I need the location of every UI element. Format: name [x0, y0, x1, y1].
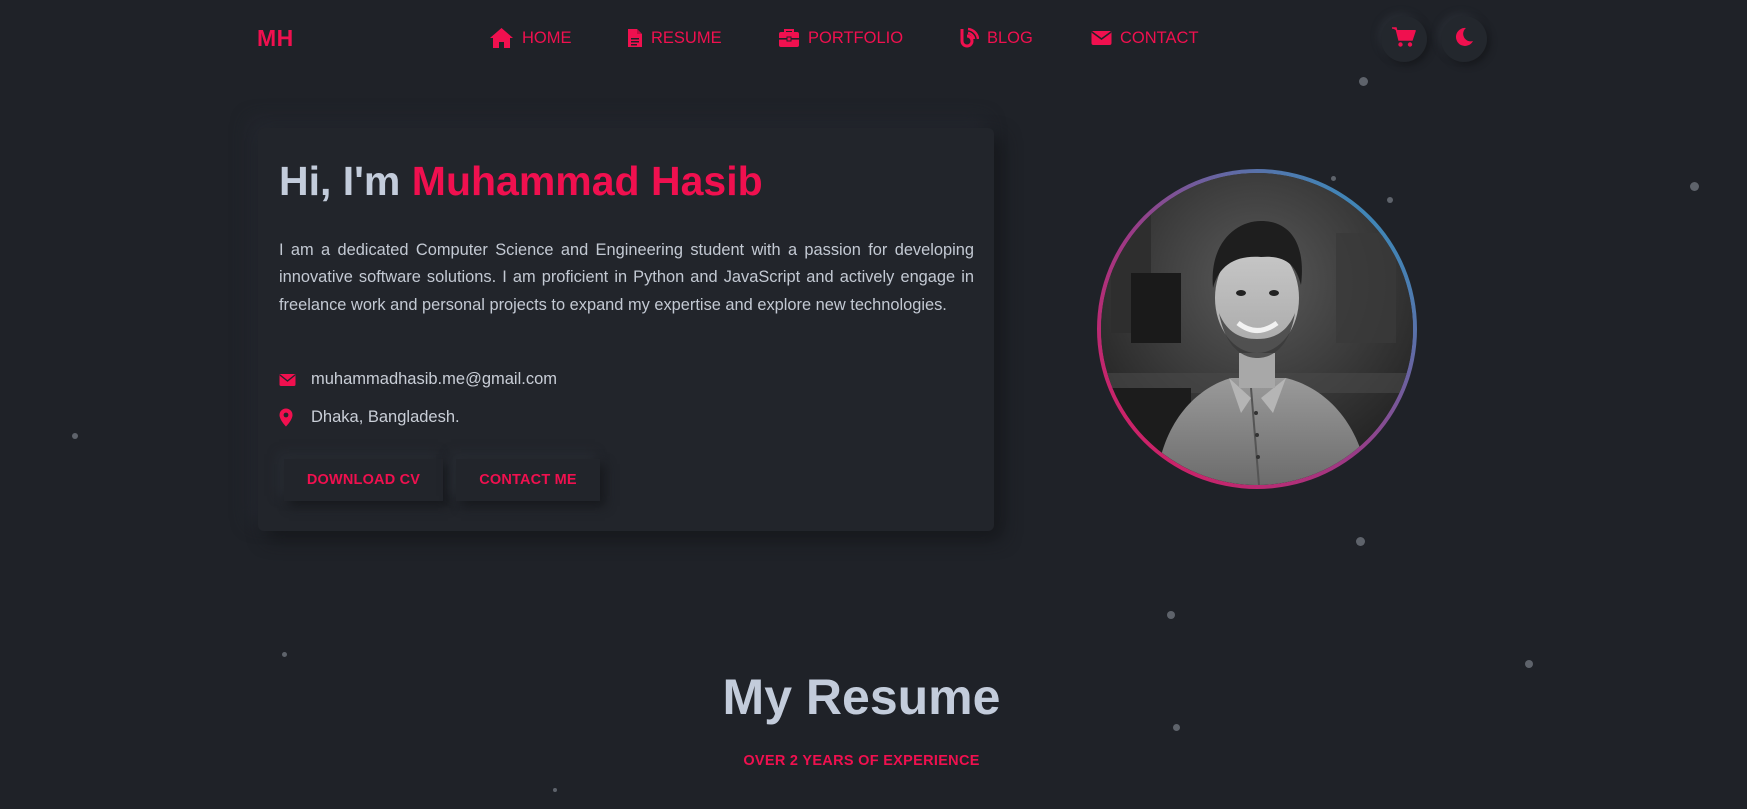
hero-name: Muhammad Hasib [411, 158, 763, 204]
nav-contact[interactable]: CONTACT [1091, 26, 1199, 50]
particle-dot [282, 652, 287, 657]
location-pin-icon [279, 408, 311, 427]
hero-bio: I am a dedicated Computer Science and En… [279, 241, 974, 314]
profile-photo [1101, 173, 1413, 485]
top-navbar: MH HOME RESUME PORTFOLIO BLOG CONTACT [0, 0, 1747, 76]
particle-dot [1356, 537, 1365, 546]
download-cv-button[interactable]: DOWNLOAD CV [284, 459, 443, 501]
nav-blog[interactable]: BLOG [959, 26, 1033, 50]
particle-dot [72, 433, 78, 439]
cart-button[interactable] [1381, 16, 1427, 62]
particle-dot [1167, 611, 1175, 619]
email-row: muhammadhasib.me@gmail.com [279, 370, 557, 389]
contact-me-button[interactable]: CONTACT ME [456, 459, 600, 501]
nav-resume[interactable]: RESUME [627, 26, 722, 50]
particle-dot [1690, 182, 1699, 191]
site-logo[interactable]: MH [257, 25, 294, 52]
particle-dot [1359, 77, 1368, 86]
nav-resume-label: RESUME [651, 28, 722, 47]
envelope-icon [1091, 29, 1112, 47]
nav-portfolio[interactable]: PORTFOLIO [778, 26, 903, 50]
envelope-icon [279, 373, 311, 387]
location-text: Dhaka, Bangladesh. [311, 408, 460, 426]
hero-card: Hi, I'm Muhammad Hasib I am a dedicated … [258, 128, 994, 531]
nav-home[interactable]: HOME [489, 26, 572, 50]
particle-dot [1387, 197, 1393, 203]
profile-avatar [1097, 169, 1417, 489]
hero-greeting: Hi, I'm [279, 158, 401, 204]
moon-icon [1454, 27, 1474, 52]
resume-section-subtitle: OVER 2 YEARS OF EXPERIENCE [743, 753, 980, 769]
particle-dot [1331, 176, 1336, 181]
particle-dot [1525, 660, 1533, 668]
nav-blog-label: BLOG [987, 28, 1033, 47]
theme-toggle-button[interactable] [1441, 16, 1487, 62]
briefcase-icon [778, 28, 800, 48]
location-row: Dhaka, Bangladesh. [279, 408, 460, 427]
hero-title: Hi, I'm Muhammad Hasib [279, 158, 763, 205]
cart-icon [1391, 26, 1417, 53]
file-icon [627, 28, 643, 48]
home-icon [489, 27, 514, 49]
blog-icon [959, 27, 979, 49]
particle-dot [553, 788, 557, 792]
resume-section-title: My Resume [722, 669, 1001, 725]
nav-portfolio-label: PORTFOLIO [808, 28, 904, 47]
email-text[interactable]: muhammadhasib.me@gmail.com [311, 370, 557, 389]
nav-home-label: HOME [522, 28, 572, 47]
nav-contact-label: CONTACT [1120, 28, 1199, 47]
